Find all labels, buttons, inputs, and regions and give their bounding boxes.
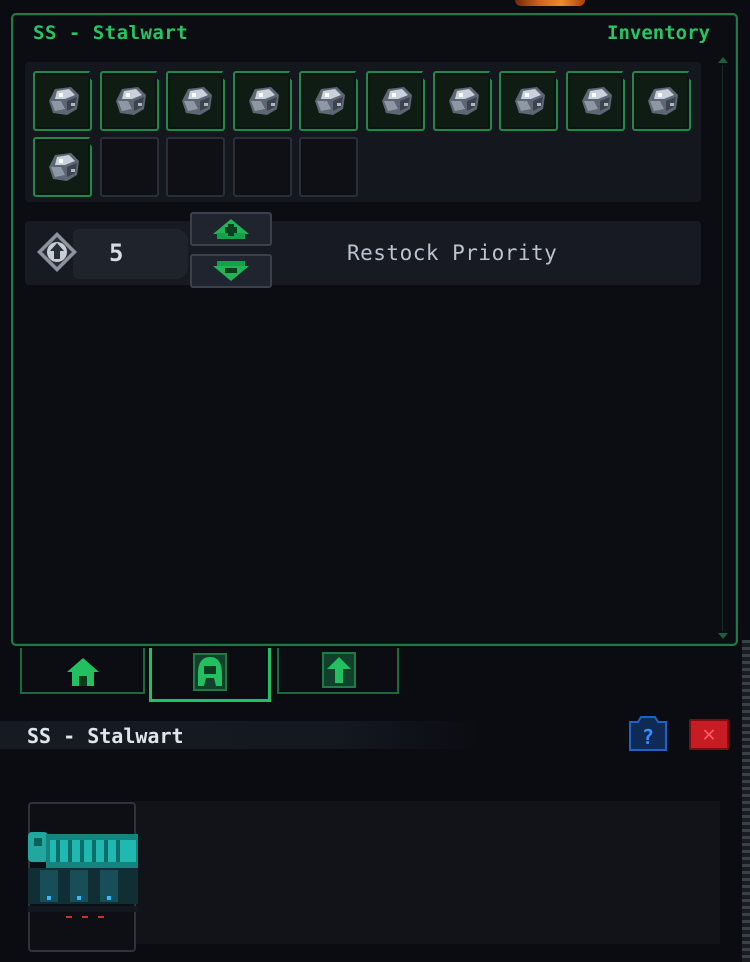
minus-arrow-down-icon bbox=[213, 261, 249, 281]
tab-crew[interactable] bbox=[149, 648, 271, 702]
restock-priority-row: 5 Restock Priority bbox=[25, 212, 701, 288]
ship-module-image bbox=[28, 832, 138, 918]
plus-arrow-up-icon bbox=[213, 219, 249, 239]
inventory-panel: SS - Stalwart Inventory 5 Restock Priori… bbox=[11, 13, 738, 646]
ore-chunk-icon bbox=[115, 87, 146, 115]
ore-chunk-icon bbox=[581, 87, 612, 115]
background-asteroid bbox=[515, 0, 585, 6]
inventory-tab-label[interactable]: Inventory bbox=[607, 22, 710, 44]
inventory-slot-filled[interactable] bbox=[632, 71, 692, 131]
close-button[interactable]: ✕ bbox=[689, 719, 729, 750]
ore-chunk-icon bbox=[182, 87, 213, 115]
scroll-down-icon[interactable] bbox=[718, 633, 728, 639]
inventory-slot-filled[interactable] bbox=[33, 137, 92, 197]
module-field bbox=[130, 801, 720, 944]
upload-arrow-icon bbox=[322, 652, 356, 688]
panel-title: SS - Stalwart bbox=[33, 22, 189, 44]
ore-chunk-icon bbox=[648, 87, 679, 115]
priority-arrow-icon bbox=[37, 232, 77, 272]
close-icon: ✕ bbox=[702, 722, 716, 747]
priority-value: 5 bbox=[109, 239, 124, 267]
ore-chunk-icon bbox=[315, 87, 346, 115]
inventory-slot-filled[interactable] bbox=[565, 71, 625, 131]
tab-home[interactable] bbox=[20, 648, 145, 694]
ore-chunk-icon bbox=[382, 87, 412, 115]
inventory-slot-filled[interactable] bbox=[166, 71, 226, 131]
ore-chunk-icon bbox=[49, 87, 79, 115]
inventory-slots bbox=[25, 62, 701, 202]
crew-helmet-icon bbox=[193, 653, 227, 691]
increase-priority-button[interactable] bbox=[190, 212, 272, 246]
ship-name: SS - Stalwart bbox=[27, 724, 184, 748]
help-icon: ? bbox=[642, 725, 654, 749]
inventory-slot-empty[interactable] bbox=[232, 137, 292, 197]
inventory-slot-filled[interactable] bbox=[299, 71, 359, 131]
panel-tabs bbox=[20, 648, 400, 702]
tab-transfer[interactable] bbox=[277, 648, 399, 694]
inventory-slot-empty[interactable] bbox=[166, 137, 226, 197]
help-button[interactable]: ? bbox=[626, 714, 670, 754]
inventory-slot-filled[interactable] bbox=[432, 71, 492, 131]
inventory-slot-filled[interactable] bbox=[366, 71, 425, 131]
inventory-slot-filled[interactable] bbox=[499, 71, 559, 131]
inventory-slot-filled[interactable] bbox=[33, 71, 92, 131]
top-strip bbox=[0, 0, 750, 8]
ore-chunk-icon bbox=[448, 87, 479, 115]
home-icon bbox=[67, 658, 99, 686]
scrollbar[interactable] bbox=[716, 57, 728, 639]
ore-chunk-icon bbox=[515, 87, 546, 115]
inventory-slot-empty[interactable] bbox=[299, 137, 359, 197]
scroll-up-icon[interactable] bbox=[718, 57, 728, 63]
window-edge bbox=[742, 640, 750, 962]
inventory-slot-empty[interactable] bbox=[99, 137, 159, 197]
ore-chunk-icon bbox=[248, 87, 279, 115]
priority-value-box bbox=[73, 229, 188, 279]
scroll-line bbox=[722, 65, 723, 631]
ore-chunk-icon bbox=[49, 153, 79, 181]
inventory-slot-filled[interactable] bbox=[232, 71, 292, 131]
decrease-priority-button[interactable] bbox=[190, 254, 272, 288]
inventory-slot-filled[interactable] bbox=[99, 71, 159, 131]
restock-priority-label: Restock Priority bbox=[347, 241, 558, 265]
